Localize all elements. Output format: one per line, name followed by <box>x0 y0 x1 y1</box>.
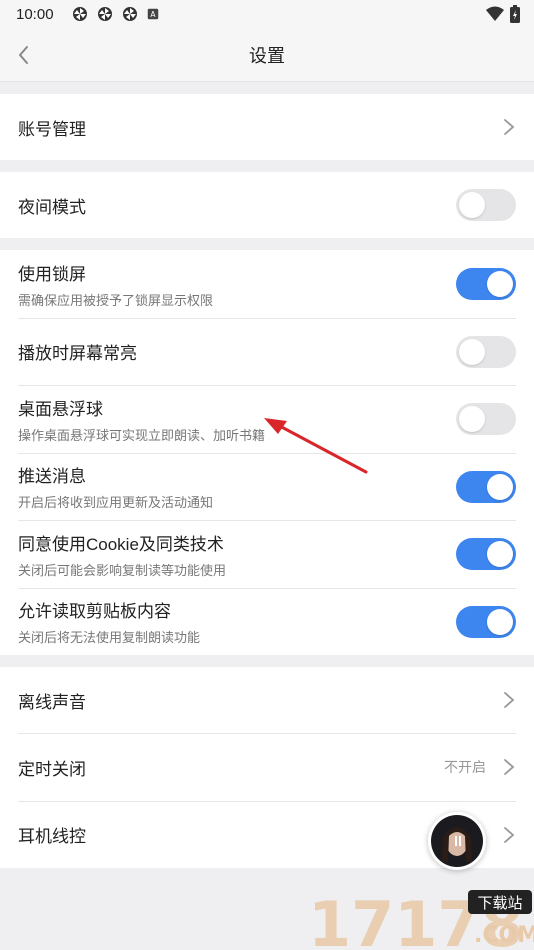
account-group: 账号管理 <box>0 94 534 160</box>
cookie-consent-label: 同意使用Cookie及同类技术 <box>18 534 224 554</box>
watermark-tag: 下载站 <box>477 894 522 912</box>
pinwheel-icon <box>97 7 112 21</box>
floating-ball-toggle[interactable] <box>456 403 516 435</box>
chevron-right-icon <box>504 826 515 843</box>
a-badge-icon: A <box>147 8 158 20</box>
page-title: 设置 <box>249 45 285 66</box>
back-arrow-icon[interactable] <box>14 42 34 68</box>
site-watermark-logo: 17178 下载站 .COM <box>308 888 534 950</box>
offline-voice-label: 离线声音 <box>18 692 86 712</box>
screen-on-row[interactable]: 播放时屏幕常亮 <box>0 318 534 385</box>
push-notification-row[interactable]: 推送消息 开启后将收到应用更新及活动通知 <box>0 453 534 520</box>
status-bar: 10:00 A <box>0 0 534 28</box>
night-mode-group: 夜间模式 <box>0 172 534 238</box>
clipboard-toggle[interactable] <box>456 605 516 638</box>
pinwheel-icon <box>72 7 87 21</box>
app-bar: 设置 <box>0 28 534 82</box>
floating-ball-row[interactable]: 桌面悬浮球 操作桌面悬浮球可实现立即朗读、加听书籍 <box>0 385 534 453</box>
screen-on-toggle[interactable] <box>456 335 516 368</box>
sleep-timer-label: 定时关闭 <box>18 759 86 779</box>
sleep-timer-row[interactable]: 定时关闭 不开启 <box>0 733 534 801</box>
avatar <box>431 815 483 867</box>
floating-avatar-button[interactable] <box>428 812 486 870</box>
account-management-row[interactable]: 账号管理 <box>0 94 534 160</box>
floating-ball-label: 桌面悬浮球 <box>18 399 103 419</box>
pinwheel-icon <box>122 7 137 21</box>
wifi-icon <box>486 6 504 21</box>
cookie-consent-toggle[interactable] <box>456 538 516 570</box>
lockscreen-row[interactable]: 使用锁屏 需确保应用被授予了锁屏显示权限 <box>0 250 534 318</box>
lockscreen-label: 使用锁屏 <box>18 264 86 284</box>
watermark-suffix: .COM <box>474 923 534 948</box>
svg-text:A: A <box>150 10 156 19</box>
clipboard-row[interactable]: 允许读取剪贴板内容 关闭后将无法使用复制朗读功能 <box>0 588 534 655</box>
screen-on-label: 播放时屏幕常亮 <box>18 344 137 363</box>
lockscreen-description: 需确保应用被授予了锁屏显示权限 <box>18 292 214 308</box>
push-notification-toggle[interactable] <box>456 470 516 503</box>
clipboard-label: 允许读取剪贴板内容 <box>18 602 171 621</box>
push-notification-label: 推送消息 <box>18 467 86 486</box>
sleep-timer-value: 不开启 <box>444 759 486 775</box>
chevron-right-icon <box>504 119 515 135</box>
battery-charging-icon <box>510 5 520 23</box>
offline-voice-row[interactable]: 离线声音 <box>0 667 534 733</box>
cookie-consent-row[interactable]: 同意使用Cookie及同类技术 关闭后可能会影响复制读等功能使用 <box>0 520 534 588</box>
floating-ball-description: 操作桌面悬浮球可实现立即朗读、加听书籍 <box>18 427 266 443</box>
chevron-right-icon <box>504 759 515 775</box>
clipboard-description: 关闭后将无法使用复制朗读功能 <box>18 630 201 645</box>
chevron-right-icon <box>504 692 515 708</box>
cookie-consent-description: 关闭后可能会影响复制读等功能使用 <box>18 562 227 578</box>
status-time: 10:00 <box>16 5 54 23</box>
push-notification-description: 开启后将收到应用更新及活动通知 <box>18 495 214 510</box>
account-management-label: 账号管理 <box>18 119 86 139</box>
night-mode-row[interactable]: 夜间模式 <box>0 172 534 238</box>
playback-settings-group: 使用锁屏 需确保应用被授予了锁屏显示权限 播放时屏幕常亮 桌面悬浮球 操作桌面悬… <box>0 250 534 655</box>
lockscreen-toggle[interactable] <box>456 268 516 300</box>
night-mode-toggle[interactable] <box>456 189 516 221</box>
night-mode-label: 夜间模式 <box>18 197 86 217</box>
